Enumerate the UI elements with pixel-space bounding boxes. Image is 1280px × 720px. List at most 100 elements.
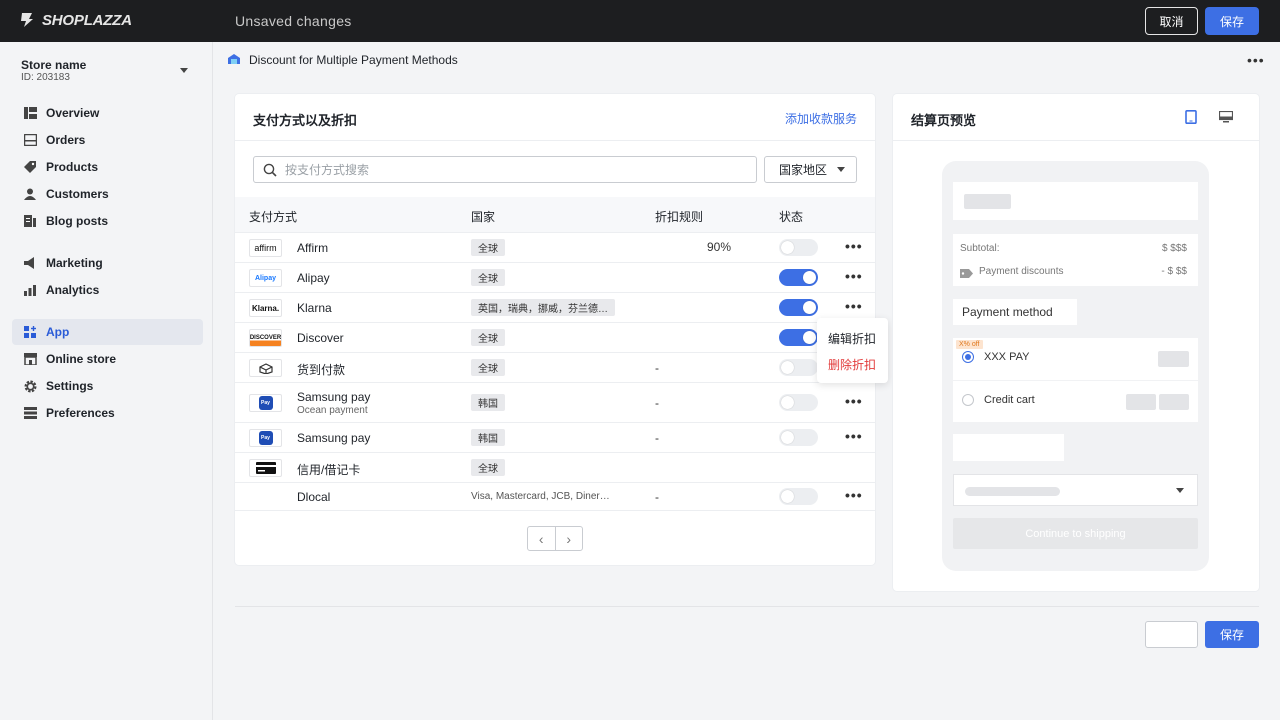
shoplazza-logo[interactable]: SHOPLAZZA: [18, 11, 132, 29]
discount-tag-icon: [960, 266, 973, 281]
row-context-menu: 编辑折扣 删除折扣: [817, 318, 888, 383]
chevron-down-icon: [1176, 488, 1184, 493]
status-toggle[interactable]: [779, 299, 818, 316]
toggle-knob: [781, 241, 794, 254]
cancel-button[interactable]: 取消: [1145, 7, 1198, 35]
row-more-icon[interactable]: •••: [845, 238, 863, 254]
status-toggle[interactable]: [779, 359, 818, 376]
country-tag: 全球: [471, 459, 505, 476]
status-toggle[interactable]: [779, 269, 818, 286]
secondary-button[interactable]: [1145, 621, 1198, 648]
divider: [953, 380, 1198, 381]
row-more-icon[interactable]: •••: [845, 487, 863, 503]
store-switch-chevron-down-icon[interactable]: [180, 68, 188, 73]
sidebar-item-customers[interactable]: Customers: [12, 181, 203, 207]
desktop-view-icon[interactable]: [1218, 110, 1234, 126]
status-toggle[interactable]: [779, 239, 818, 256]
search-field[interactable]: [253, 156, 757, 183]
table-row: Alipay Alipay 全球 •••: [235, 263, 875, 293]
payment-method-name: Klarna: [297, 301, 332, 315]
more-options-icon[interactable]: •••: [1247, 52, 1265, 68]
mobile-view-icon[interactable]: [1185, 110, 1197, 127]
row-more-icon[interactable]: •••: [845, 428, 863, 444]
sidebar-item-label: Customers: [46, 187, 109, 201]
column-header-rule: 折扣规则: [655, 210, 704, 224]
sidebar-item-label: Orders: [46, 133, 86, 147]
divider: [235, 140, 875, 141]
status-toggle[interactable]: [779, 429, 818, 446]
delete-discount-menu-item[interactable]: 删除折扣: [828, 356, 876, 373]
column-header-country: 国家: [471, 210, 496, 224]
sidebar-item-orders[interactable]: Orders: [12, 127, 203, 153]
status-toggle[interactable]: [779, 394, 818, 411]
cash-on-delivery-icon: [249, 359, 282, 377]
discount-rule: -: [655, 396, 659, 410]
save-button[interactable]: 保存: [1205, 7, 1259, 35]
sidebar-item-label: Overview: [46, 106, 100, 120]
row-more-icon[interactable]: •••: [845, 393, 863, 409]
alipay-logo: Alipay: [249, 269, 282, 287]
payment-method-heading-block: Payment method: [953, 299, 1077, 325]
column-header-method: 支付方式: [249, 210, 298, 224]
logo-text: SHOPLAZZA: [42, 11, 132, 29]
table-row: affirm Affirm 全球 90% •••: [235, 233, 875, 263]
continue-to-shipping-button[interactable]: Continue to shipping: [953, 518, 1198, 549]
discount-rule: -: [655, 490, 659, 504]
toggle-knob: [781, 361, 794, 374]
status-toggle[interactable]: [779, 488, 818, 505]
sidebar-item-settings[interactable]: Settings: [12, 373, 203, 399]
app-logo-icon: [227, 53, 241, 68]
samsung-pay-logo: Pay: [249, 394, 282, 412]
skeleton-placeholder: [1158, 351, 1189, 367]
sidebar-item-preferences[interactable]: Preferences: [12, 400, 203, 426]
shoplazza-logo-icon: [21, 13, 33, 27]
payment-method-name: 信用/借记卡: [297, 463, 361, 477]
edit-discount-menu-item[interactable]: 编辑折扣: [828, 330, 876, 347]
search-input[interactable]: [285, 161, 745, 179]
credit-card-option[interactable]: Credit cart: [984, 394, 1035, 406]
sidebar-item-app[interactable]: App: [12, 319, 203, 345]
xxx-pay-option[interactable]: XXX PAY: [984, 351, 1029, 363]
pagination: ‹ ›: [527, 526, 583, 551]
footer-save-button[interactable]: 保存: [1205, 621, 1259, 648]
sidebar-item-analytics[interactable]: Analytics: [12, 277, 203, 303]
country-tag: 英国，瑞典，挪威，芬兰德…: [471, 299, 615, 316]
table-header: 支付方式 国家 折扣规则 状态: [235, 197, 875, 233]
xxx-pay-radio[interactable]: [962, 351, 974, 363]
pay-badge: Pay: [258, 431, 273, 445]
previous-page-chevron-left-icon[interactable]: ‹: [528, 527, 556, 550]
payment-method-name: Samsung pay: [297, 390, 371, 404]
toggle-knob: [803, 331, 816, 344]
payment-discounts-label: Payment discounts: [979, 266, 1064, 277]
add-payment-service-link[interactable]: 添加收款服务: [785, 110, 857, 127]
country-tag: 全球: [471, 269, 505, 286]
toggle-knob: [803, 271, 816, 284]
sidebar-item-marketing[interactable]: Marketing: [12, 250, 203, 276]
chevron-down-icon: [837, 167, 846, 172]
row-more-icon[interactable]: •••: [845, 298, 863, 314]
sidebar-item-label: Preferences: [46, 406, 115, 420]
sidebar-item-label: Analytics: [46, 283, 100, 297]
gear-icon: [23, 379, 37, 393]
sidebar-item-products[interactable]: Products: [12, 154, 203, 180]
status-toggle[interactable]: [779, 329, 818, 346]
credit-card-radio[interactable]: [962, 394, 974, 406]
skeleton-placeholder: [1159, 394, 1189, 410]
sidebar-item-blog-posts[interactable]: Blog posts: [12, 208, 203, 234]
store-name[interactable]: Store name: [21, 58, 86, 72]
sidebar-item-overview[interactable]: Overview: [12, 100, 203, 126]
sidebar-item-label: Products: [46, 160, 99, 174]
country-tag: 全球: [471, 359, 505, 376]
unsaved-changes-label: Unsaved changes: [235, 13, 352, 29]
table-row: DISCOVER Discover 全球: [235, 323, 875, 353]
store-icon: [23, 352, 37, 366]
preview-select-field[interactable]: [953, 474, 1198, 506]
sidebar-item-online-store[interactable]: Online store: [12, 346, 203, 372]
skeleton-placeholder: [965, 487, 1060, 496]
table-row: Klarna. Klarna 英国，瑞典，挪威，芬兰德… •••: [235, 293, 875, 323]
row-more-icon[interactable]: •••: [845, 268, 863, 284]
country-tag: 韩国: [471, 429, 505, 446]
next-page-chevron-right-icon[interactable]: ›: [556, 527, 583, 550]
region-filter-dropdown[interactable]: 国家地区: [764, 156, 857, 183]
country-tag: 全球: [471, 329, 505, 346]
